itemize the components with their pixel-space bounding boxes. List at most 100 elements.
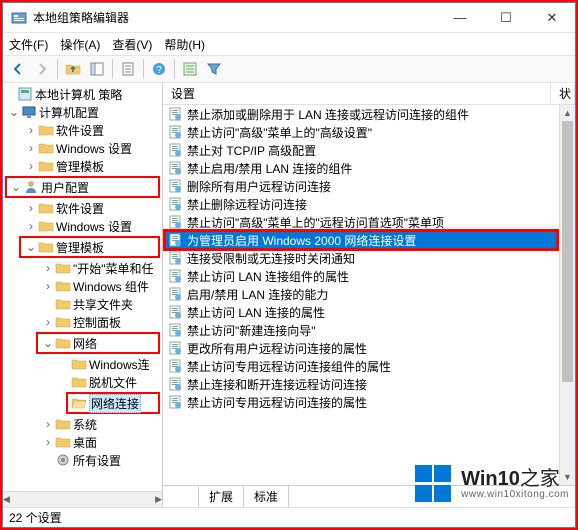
- expand-icon[interactable]: ›: [41, 261, 55, 275]
- folder-icon: [71, 374, 87, 390]
- tree-item[interactable]: Windows 设置: [56, 140, 132, 157]
- app-icon: [11, 10, 27, 26]
- expand-icon[interactable]: ›: [41, 417, 55, 431]
- vertical-scrollbar[interactable]: ▲ ▼: [559, 105, 575, 485]
- menu-help[interactable]: 帮助(H): [164, 36, 205, 53]
- tree-item[interactable]: 脱机文件: [89, 374, 137, 391]
- list-row[interactable]: 禁止访问 LAN 连接的属性未: [163, 303, 575, 321]
- list-row[interactable]: 禁止对 TCP/IP 高级配置未: [163, 141, 575, 159]
- tree-item[interactable]: 桌面: [73, 434, 97, 451]
- tree-item[interactable]: 软件设置: [56, 200, 104, 217]
- tree-pane[interactable]: 本地计算机 策略 ⌄计算机配置 ›软件设置 ›Windows 设置 ›管理模板 …: [3, 83, 163, 507]
- tab-standard[interactable]: 标准: [243, 485, 289, 507]
- row-text: 禁止访问 LAN 连接的属性: [187, 304, 557, 321]
- expand-icon[interactable]: ⌄: [41, 336, 55, 350]
- list-row[interactable]: 禁止删除远程访问连接未: [163, 195, 575, 213]
- list-row[interactable]: 禁止访问专用远程访问连接的属性未: [163, 393, 575, 411]
- expand-icon[interactable]: ›: [24, 141, 38, 155]
- tree-item[interactable]: "开始"菜单和任: [73, 260, 154, 277]
- tree-item[interactable]: 控制面板: [73, 314, 121, 331]
- tree-user-config[interactable]: 用户配置: [41, 179, 89, 196]
- menu-action[interactable]: 操作(A): [60, 36, 100, 53]
- row-text: 启用/禁用 LAN 连接的能力: [187, 286, 557, 303]
- tree-network[interactable]: 网络: [73, 335, 97, 352]
- scroll-thumb[interactable]: [562, 121, 573, 382]
- policy-item-icon: [167, 268, 183, 284]
- list-row[interactable]: 禁止访问"新建连接向导"未: [163, 321, 575, 339]
- close-button[interactable]: ✕: [529, 3, 575, 32]
- list-row[interactable]: 启用/禁用 LAN 连接的能力未: [163, 285, 575, 303]
- tab-extended[interactable]: 扩展: [198, 485, 244, 507]
- tree-item[interactable]: Windows 组件: [73, 278, 149, 295]
- list-row[interactable]: 禁止访问"高级"菜单上的"远程访问首选项"菜单项未: [163, 213, 575, 231]
- filter-options-button[interactable]: [179, 58, 201, 80]
- tree-horizontal-scrollbar[interactable]: ◀▶: [3, 491, 162, 507]
- list-row[interactable]: 禁止访问 LAN 连接组件的属性未: [163, 267, 575, 285]
- row-text: 禁止添加或删除用于 LAN 连接或远程访问连接的组件: [187, 106, 557, 123]
- settings-icon: [55, 452, 71, 468]
- svg-text:?: ?: [156, 65, 162, 76]
- list-body[interactable]: 禁止添加或删除用于 LAN 连接或远程访问连接的组件未禁止访问"高级"菜单上的"…: [163, 105, 575, 485]
- folder-icon: [55, 296, 71, 312]
- expand-icon[interactable]: ⌄: [9, 180, 23, 194]
- folder-icon: [38, 239, 54, 255]
- filter-button[interactable]: [203, 58, 225, 80]
- list-row[interactable]: 禁止启用/禁用 LAN 连接的组件未: [163, 159, 575, 177]
- user-icon: [23, 179, 39, 195]
- expand-icon[interactable]: ›: [41, 279, 55, 293]
- tree-item[interactable]: 所有设置: [73, 452, 121, 469]
- tree-computer-config[interactable]: 计算机配置: [39, 104, 99, 121]
- help-button[interactable]: ?: [148, 58, 170, 80]
- forward-button[interactable]: [31, 58, 53, 80]
- expand-icon[interactable]: ⌄: [7, 105, 21, 119]
- expand-icon[interactable]: ⌄: [24, 240, 38, 254]
- scroll-up-button[interactable]: ▲: [560, 105, 575, 121]
- list-row[interactable]: 更改所有用户远程访问连接的属性未: [163, 339, 575, 357]
- list-row[interactable]: 禁止添加或删除用于 LAN 连接或远程访问连接的组件未: [163, 105, 575, 123]
- list-row[interactable]: 禁止访问专用远程访问连接组件的属性未: [163, 357, 575, 375]
- policy-item-icon: [167, 376, 183, 392]
- column-setting[interactable]: 设置: [163, 83, 551, 104]
- tree-network-connections[interactable]: 网络连接: [89, 394, 141, 413]
- menu-file[interactable]: 文件(F): [9, 36, 48, 53]
- expand-icon[interactable]: ›: [41, 435, 55, 449]
- back-button[interactable]: [7, 58, 29, 80]
- expand-icon[interactable]: ›: [24, 159, 38, 173]
- list-row[interactable]: 禁止连接和断开连接远程访问连接未: [163, 375, 575, 393]
- row-text: 禁止访问专用远程访问连接的属性: [187, 394, 557, 411]
- folder-icon: [38, 158, 54, 174]
- tree-item[interactable]: 软件设置: [56, 122, 104, 139]
- row-text: 禁止访问"高级"菜单上的"高级设置": [187, 124, 557, 141]
- up-button[interactable]: [62, 58, 84, 80]
- tree-item[interactable]: 系统: [73, 416, 97, 433]
- tree-item[interactable]: 共享文件夹: [73, 296, 133, 313]
- list-row[interactable]: 为管理员启用 Windows 2000 网络连接设置未: [163, 231, 575, 249]
- tree-item[interactable]: Windows 设置: [56, 218, 132, 235]
- row-text: 禁止访问专用远程访问连接组件的属性: [187, 358, 557, 375]
- folder-icon: [55, 335, 71, 351]
- expand-icon[interactable]: ›: [41, 315, 55, 329]
- folder-icon: [38, 200, 54, 216]
- tree-admin-templates[interactable]: 管理模板: [56, 239, 104, 256]
- maximize-button[interactable]: ☐: [483, 3, 529, 32]
- expand-icon[interactable]: ›: [24, 123, 38, 137]
- tree-item[interactable]: 管理模板: [56, 158, 104, 175]
- folder-icon: [38, 140, 54, 156]
- tree-root[interactable]: 本地计算机 策略: [35, 86, 122, 103]
- policy-item-icon: [167, 358, 183, 374]
- list-row[interactable]: 禁止访问"高级"菜单上的"高级设置"未: [163, 123, 575, 141]
- column-state[interactable]: 状: [551, 83, 575, 104]
- menu-view[interactable]: 查看(V): [112, 36, 152, 53]
- minimize-button[interactable]: —: [437, 3, 483, 32]
- list-row[interactable]: 连接受限制或无连接时关闭通知未: [163, 249, 575, 267]
- expand-icon[interactable]: ›: [24, 219, 38, 233]
- row-text: 禁止访问 LAN 连接组件的属性: [187, 268, 557, 285]
- list-row[interactable]: 删除所有用户远程访问连接未: [163, 177, 575, 195]
- detail-tabs: 扩展 标准: [163, 485, 575, 507]
- expand-icon[interactable]: ›: [24, 201, 38, 215]
- tree-item[interactable]: Windows连: [89, 356, 150, 373]
- row-text: 禁止对 TCP/IP 高级配置: [187, 142, 557, 159]
- show-hide-button[interactable]: [86, 58, 108, 80]
- properties-button[interactable]: [117, 58, 139, 80]
- scroll-down-button[interactable]: ▼: [560, 469, 575, 485]
